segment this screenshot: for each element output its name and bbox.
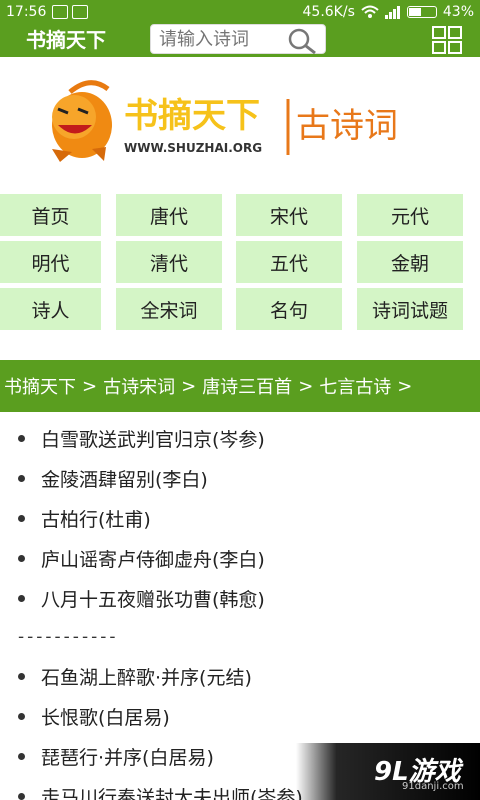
bullet-icon: [18, 792, 25, 800]
nav-row: 诗人 全宋词 名句 诗词试题: [0, 288, 480, 335]
list-item[interactable]: 古柏行(杜甫): [0, 498, 480, 538]
nav-qing[interactable]: 清代: [116, 241, 222, 283]
nav-row: 明代 清代 五代 金朝: [0, 241, 480, 288]
status-time: 17:56: [6, 4, 47, 20]
bullet-icon: [18, 752, 25, 760]
list-item[interactable]: 石鱼湖上醉歌·并序(元结): [0, 656, 480, 696]
nav-wudai[interactable]: 五代: [236, 241, 342, 283]
search-input[interactable]: [159, 25, 289, 53]
breadcrumb-separator: >: [181, 375, 197, 397]
battery-level: 43%: [442, 4, 474, 20]
app-header: 书摘天下: [0, 24, 480, 57]
poem-title[interactable]: 八月十五夜赠张功曹(韩愈): [41, 585, 265, 612]
breadcrumb-separator: >: [397, 375, 413, 397]
search-icon[interactable]: [287, 28, 319, 54]
bullet-icon: [18, 672, 25, 680]
nav-yuan[interactable]: 元代: [357, 194, 463, 236]
breadcrumb-separator: >: [82, 375, 98, 397]
poem-title[interactable]: 走马川行奉送封大夫出师(岑参): [41, 783, 303, 800]
nav-tang[interactable]: 唐代: [116, 194, 222, 236]
poem-title[interactable]: 琵琶行·并序(白居易): [41, 743, 214, 770]
breadcrumb-item[interactable]: 唐诗三百首: [202, 373, 292, 399]
breadcrumb-item[interactable]: 古诗宋词: [103, 373, 175, 399]
breadcrumb-separator: >: [298, 375, 314, 397]
logo-title: 书摘天下: [124, 96, 260, 136]
nav-song[interactable]: 宋代: [236, 194, 342, 236]
notification-icon: [52, 5, 69, 19]
poem-title[interactable]: 石鱼湖上醉歌·并序(元结): [41, 663, 252, 690]
poem-title[interactable]: 金陵酒肆留别(李白): [41, 465, 208, 492]
bullet-icon: [18, 554, 25, 562]
nav-quiz[interactable]: 诗词试题: [357, 288, 463, 330]
battery-icon: [406, 6, 437, 18]
mascot-icon: [52, 80, 112, 162]
wifi-icon: [361, 5, 379, 18]
poem-title[interactable]: 古柏行(杜甫): [41, 505, 151, 532]
logo-subtitle: 古诗词: [296, 106, 398, 146]
list-item[interactable]: 长恨歌(白居易): [0, 696, 480, 736]
nav-ming[interactable]: 明代: [0, 241, 101, 283]
bullet-icon: [18, 712, 25, 720]
list-item[interactable]: 金陵酒肆留别(李白): [0, 458, 480, 498]
nav-famous-lines[interactable]: 名句: [236, 288, 342, 330]
breadcrumb-item[interactable]: 书摘天下: [4, 373, 76, 399]
site-logo[interactable]: 书摘天下 古诗词 WWW.SHUZHAI.ORG: [0, 57, 480, 192]
network-speed: 45.6K/s: [302, 4, 355, 20]
header-brand[interactable]: 书摘天下: [26, 24, 106, 57]
bullet-icon: [18, 434, 25, 442]
list-divider: -----------: [18, 627, 119, 647]
watermark-site: 91danji.com: [402, 781, 464, 792]
poem-title[interactable]: 庐山谣寄卢侍御虚舟(李白): [41, 545, 265, 572]
nav-home[interactable]: 首页: [0, 194, 101, 236]
nav-jin[interactable]: 金朝: [357, 241, 463, 283]
bullet-icon: [18, 514, 25, 522]
nav-poets[interactable]: 诗人: [0, 288, 101, 330]
poem-title[interactable]: 白雪歌送武判官归京(岑参): [41, 425, 265, 452]
logo-url: WWW.SHUZHAI.ORG: [124, 141, 262, 155]
bullet-icon: [18, 474, 25, 482]
list-item[interactable]: 八月十五夜赠张功曹(韩愈): [0, 578, 480, 618]
list-item[interactable]: 白雪歌送武判官归京(岑参): [0, 418, 480, 458]
poem-title[interactable]: 长恨歌(白居易): [41, 703, 170, 730]
signal-icon: [384, 6, 400, 19]
status-bar: 17:56 45.6K/s 43%: [0, 0, 480, 24]
nav-row: 首页 唐代 宋代 元代: [0, 194, 480, 241]
qq-icon: [72, 5, 89, 19]
grid-menu-icon[interactable]: [432, 26, 462, 54]
category-nav: 首页 唐代 宋代 元代 明代 清代 五代 金朝 诗人 全宋词 名句 诗词试题: [0, 194, 480, 335]
search-box[interactable]: [150, 24, 326, 54]
list-item[interactable]: 庐山谣寄卢侍御虚舟(李白): [0, 538, 480, 578]
nav-quansongci[interactable]: 全宋词: [116, 288, 222, 330]
breadcrumb: 书摘天下 > 古诗宋词 > 唐诗三百首 > 七言古诗 >: [0, 360, 480, 412]
watermark: 9L游戏 91danji.com: [296, 743, 480, 800]
breadcrumb-item[interactable]: 七言古诗: [319, 373, 391, 399]
bullet-icon: [18, 594, 25, 602]
